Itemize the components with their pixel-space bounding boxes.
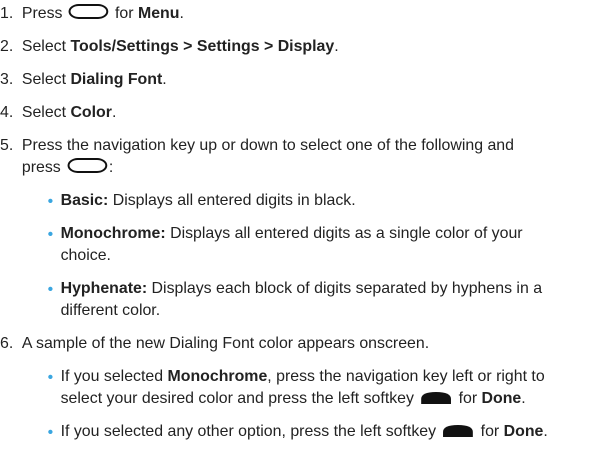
step-text: Select Color. (21, 104, 117, 121)
step-text: Select Dialing Font. (21, 71, 167, 88)
step-text: press : (21, 158, 114, 176)
step-text: A sample of the new Dialing Font color a… (21, 335, 430, 352)
step-number: 2. (0, 38, 14, 55)
bullet-icon: • (47, 369, 54, 386)
step-number: 4. (0, 104, 14, 121)
menu-ok-key-icon (67, 158, 107, 173)
menu-ok-key-icon (68, 4, 109, 19)
bullet-icon: • (47, 193, 54, 210)
bullet-icon: • (47, 281, 54, 298)
bullet-icon: • (47, 226, 54, 243)
left-softkey-icon (420, 391, 452, 405)
step-number: 6. (0, 335, 14, 352)
left-softkey-icon (442, 424, 474, 438)
step-text: Select Tools/Settings > Settings > Displ… (21, 38, 339, 55)
step-number: 5. (0, 137, 14, 154)
step-text: Press the navigation key up or down to s… (21, 137, 514, 154)
bullet-icon: • (47, 424, 54, 441)
step-number: 3. (0, 71, 14, 88)
step-number: 1. (0, 5, 14, 22)
step-text: Press for Menu. (21, 4, 184, 22)
